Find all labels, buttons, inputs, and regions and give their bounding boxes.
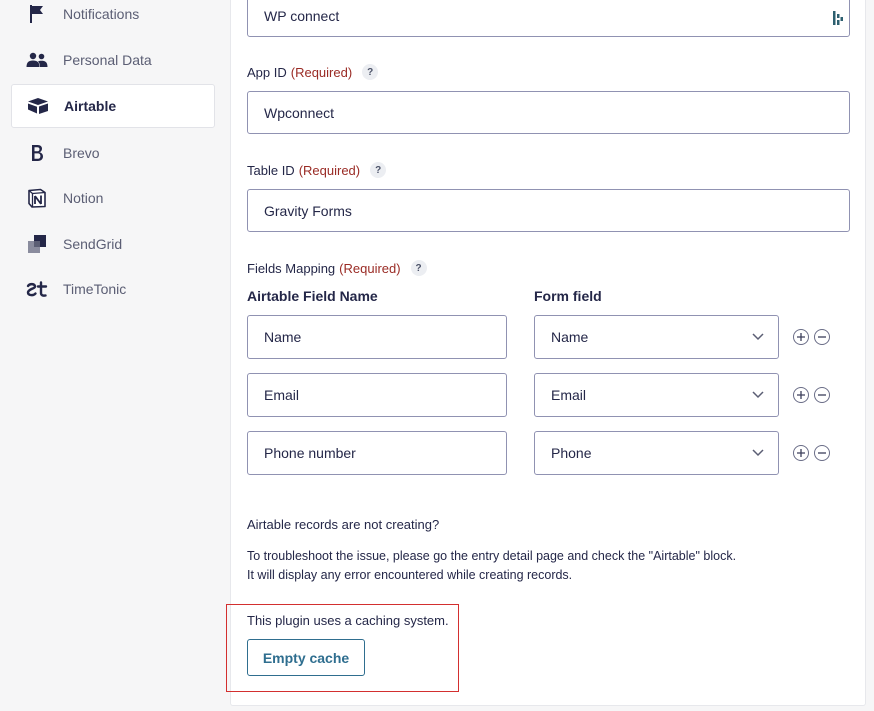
fields-mapping-label: Fields Mapping (Required) ? bbox=[247, 260, 427, 276]
chevron-down-icon bbox=[752, 391, 764, 399]
add-row-button[interactable] bbox=[793, 387, 809, 403]
add-row-button[interactable] bbox=[793, 329, 809, 345]
app-id-input[interactable]: Wpconnect bbox=[247, 91, 850, 134]
form-field-select[interactable]: Email bbox=[534, 373, 779, 417]
required-indicator: (Required) bbox=[290, 64, 353, 80]
troubleshoot-line-2: It will display any error encountered wh… bbox=[247, 568, 573, 582]
airtable-field-input[interactable]: Email bbox=[247, 373, 507, 417]
feed-name-input[interactable]: WP connect bbox=[247, 0, 850, 37]
airtable-field-input[interactable]: Name bbox=[247, 315, 507, 359]
help-tooltip-icon[interactable]: ? bbox=[410, 260, 427, 276]
sidebar-item-personal-data[interactable]: Personal Data bbox=[11, 38, 215, 82]
plus-icon bbox=[797, 333, 805, 341]
remove-row-button[interactable] bbox=[814, 329, 830, 345]
brevo-icon bbox=[25, 143, 49, 163]
sidebar-item-airtable[interactable]: Airtable bbox=[11, 84, 215, 128]
help-tooltip-icon[interactable]: ? bbox=[362, 64, 379, 80]
empty-cache-button[interactable]: Empty cache bbox=[247, 639, 365, 676]
minus-icon bbox=[818, 336, 826, 338]
minus-icon bbox=[818, 394, 826, 396]
sidebar-item-brevo[interactable]: Brevo bbox=[11, 131, 215, 175]
sendgrid-icon bbox=[25, 234, 49, 254]
flag-icon bbox=[25, 4, 49, 24]
sidebar-item-label: Notifications bbox=[63, 6, 140, 22]
form-field-select[interactable]: Phone bbox=[534, 431, 779, 475]
sidebar-item-label: TimeTonic bbox=[63, 281, 127, 297]
form-field-select[interactable]: Name bbox=[534, 315, 779, 359]
sidebar-item-sendgrid[interactable]: SendGrid bbox=[11, 222, 215, 266]
required-indicator: (Required) bbox=[298, 162, 361, 178]
form-field-column-header: Form field bbox=[534, 288, 602, 304]
field-addon-icon bbox=[833, 11, 843, 28]
settings-sidebar: Notifications Personal Data Airtable Bre… bbox=[0, 0, 230, 711]
table-id-label: Table ID (Required) ? bbox=[247, 162, 387, 178]
troubleshoot-line-1: To troubleshoot the issue, please go the… bbox=[247, 549, 737, 563]
minus-icon bbox=[818, 452, 826, 454]
table-id-input[interactable]: Gravity Forms bbox=[247, 189, 850, 232]
sidebar-item-label: SendGrid bbox=[63, 236, 123, 252]
feed-name-value: WP connect bbox=[264, 7, 340, 24]
sidebar-item-notifications[interactable]: Notifications bbox=[11, 0, 215, 36]
plus-icon bbox=[797, 449, 805, 457]
app-id-label: App ID (Required) ? bbox=[247, 64, 379, 80]
timetonic-icon bbox=[25, 279, 49, 299]
chevron-down-icon bbox=[752, 449, 764, 457]
airtable-icon bbox=[26, 96, 50, 116]
cache-info-text: This plugin uses a caching system. bbox=[247, 613, 449, 628]
add-row-button[interactable] bbox=[793, 445, 809, 461]
app-id-value: Wpconnect bbox=[264, 104, 335, 121]
airtable-field-column-header: Airtable Field Name bbox=[247, 288, 378, 304]
people-icon bbox=[25, 50, 49, 70]
required-indicator: (Required) bbox=[339, 260, 401, 276]
sidebar-item-label: Brevo bbox=[63, 145, 100, 161]
sidebar-item-label: Personal Data bbox=[63, 52, 152, 68]
notion-icon bbox=[25, 188, 49, 208]
chevron-down-icon bbox=[752, 333, 764, 341]
airtable-field-input[interactable]: Phone number bbox=[247, 431, 507, 475]
plus-icon bbox=[797, 391, 805, 399]
troubleshoot-heading: Airtable records are not creating? bbox=[247, 517, 440, 532]
sidebar-item-timetonic[interactable]: TimeTonic bbox=[11, 267, 215, 311]
help-tooltip-icon[interactable]: ? bbox=[370, 162, 387, 178]
remove-row-button[interactable] bbox=[814, 387, 830, 403]
sidebar-item-notion[interactable]: Notion bbox=[11, 176, 215, 220]
table-id-value: Gravity Forms bbox=[264, 202, 352, 219]
remove-row-button[interactable] bbox=[814, 445, 830, 461]
sidebar-item-label: Notion bbox=[63, 190, 104, 206]
sidebar-item-label: Airtable bbox=[64, 98, 117, 114]
